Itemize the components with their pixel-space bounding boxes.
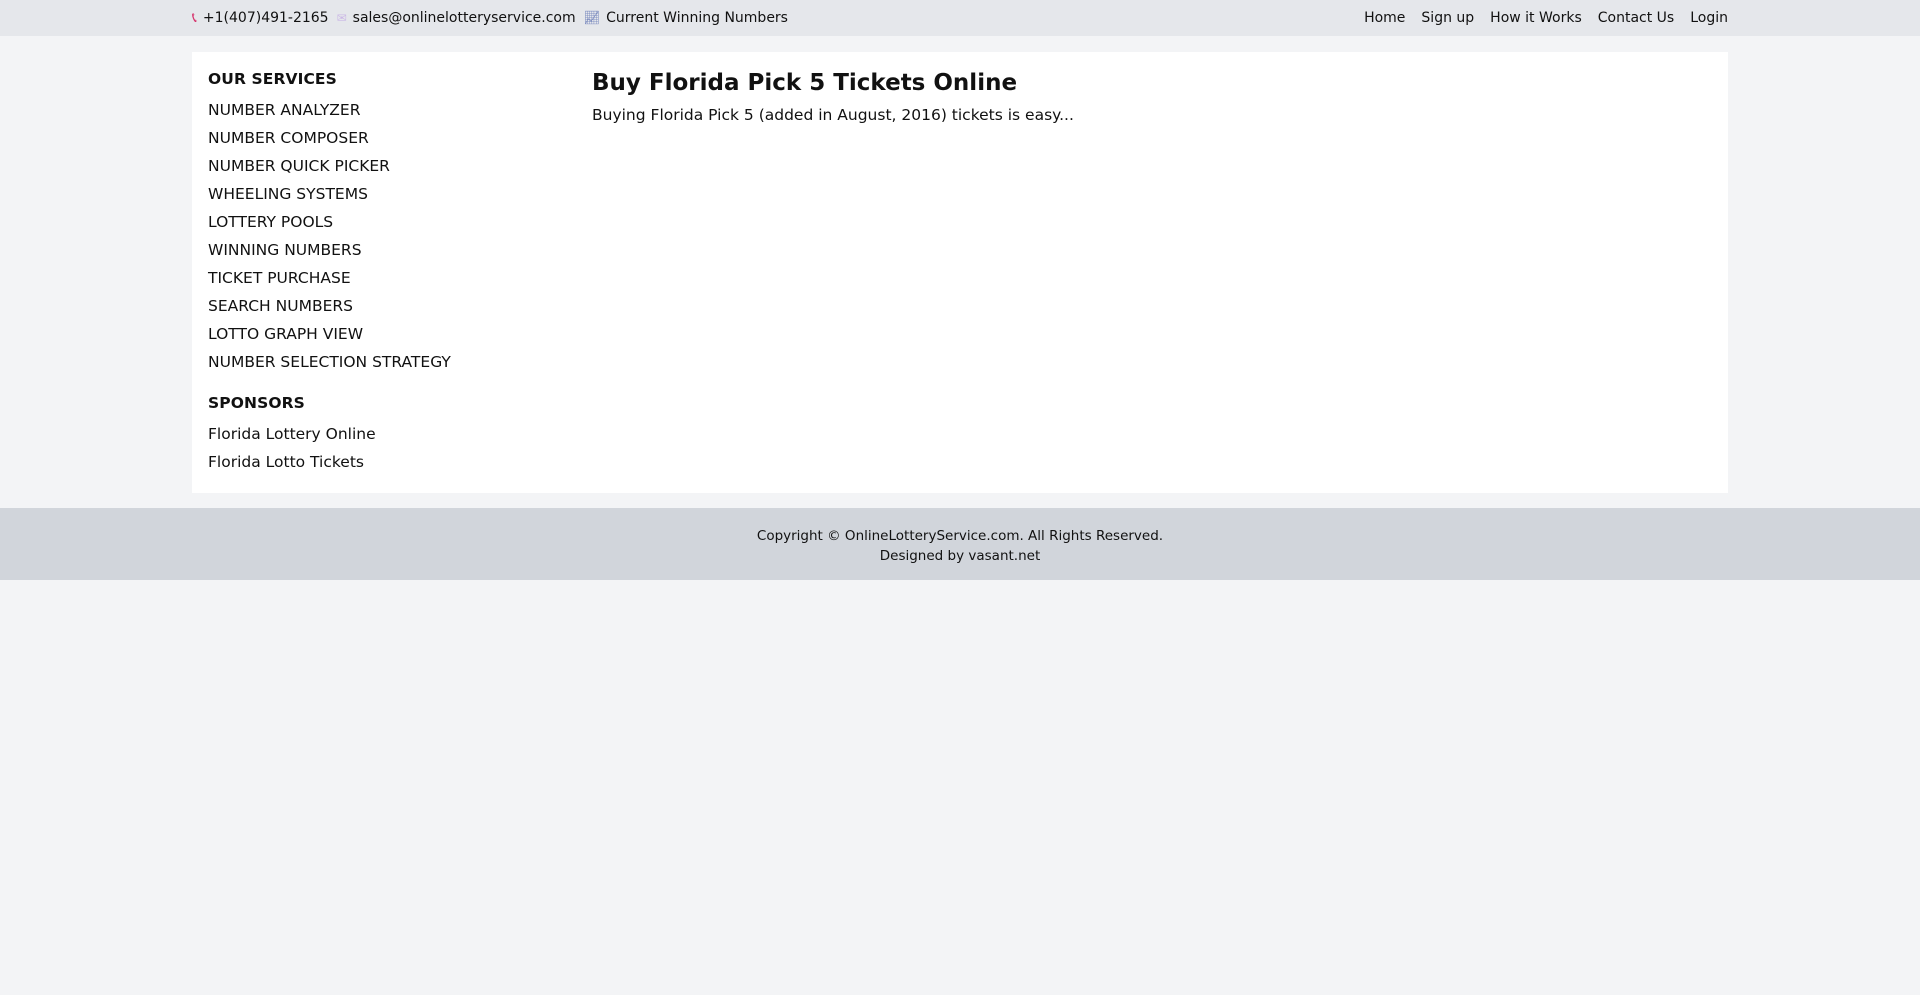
- service-lotto-graph-view[interactable]: LOTTO GRAPH VIEW: [208, 325, 363, 343]
- page-title: Buy Florida Pick 5 Tickets Online: [592, 70, 1018, 96]
- sponsor-item[interactable]: Florida Lottery Online: [208, 422, 568, 450]
- service-item[interactable]: LOTTERY POOLS: [208, 210, 568, 238]
- top-bar: 📞︎ +1(407)491-2165 ✉︎ sales@onlinelotter…: [0, 0, 1920, 36]
- email-contact[interactable]: ✉︎ sales@onlinelotteryservice.com: [337, 10, 576, 26]
- service-lottery-pools[interactable]: LOTTERY POOLS: [208, 213, 333, 231]
- top-bar-inner: 📞︎ +1(407)491-2165 ✉︎ sales@onlinelotter…: [192, 0, 1728, 36]
- footer: Copyright © OnlineLotteryService.com. Al…: [0, 508, 1920, 580]
- service-item[interactable]: NUMBER QUICK PICKER: [208, 154, 568, 182]
- service-winning-numbers[interactable]: WINNING NUMBERS: [208, 241, 362, 259]
- nav-home[interactable]: Home: [1364, 10, 1405, 26]
- top-nav: Home Sign up How it Works Contact Us Log…: [1364, 10, 1728, 26]
- service-search-numbers[interactable]: SEARCH NUMBERS: [208, 297, 353, 315]
- email-address[interactable]: sales@onlinelotteryservice.com: [353, 10, 576, 26]
- service-item[interactable]: WINNING NUMBERS: [208, 238, 568, 266]
- chart-icon: 📈︎: [583, 10, 601, 26]
- service-item[interactable]: LOTTO GRAPH VIEW: [208, 322, 568, 350]
- content-card: OUR SERVICES NUMBER ANALYZER NUMBER COMP…: [192, 52, 1728, 493]
- main-content: Buy Florida Pick 5 Tickets Online Buying…: [592, 70, 1692, 124]
- nav-sign-up[interactable]: Sign up: [1421, 10, 1474, 26]
- service-item[interactable]: NUMBER COMPOSER: [208, 126, 568, 154]
- email-icon: ✉︎: [336, 11, 347, 25]
- contact-info: 📞︎ +1(407)491-2165 ✉︎ sales@onlinelotter…: [192, 10, 790, 26]
- intro-text: Buying Florida Pick 5 (added in August, …: [592, 106, 1074, 124]
- nav-login[interactable]: Login: [1690, 10, 1728, 26]
- services-heading: OUR SERVICES: [208, 70, 337, 88]
- sidebar: OUR SERVICES NUMBER ANALYZER NUMBER COMP…: [208, 70, 568, 478]
- phone-number[interactable]: +1(407)491-2165: [203, 10, 329, 26]
- copyright-text: Copyright © OnlineLotteryService.com. Al…: [756, 528, 1164, 544]
- phone-icon: 📞︎: [192, 10, 197, 26]
- sponsor-florida-lotto-tickets[interactable]: Florida Lotto Tickets: [208, 453, 364, 471]
- sponsors-list: Florida Lottery Online Florida Lotto Tic…: [208, 422, 568, 478]
- sponsor-florida-lottery-online[interactable]: Florida Lottery Online: [208, 425, 376, 443]
- service-item[interactable]: NUMBER SELECTION STRATEGY: [208, 350, 568, 378]
- service-number-analyzer[interactable]: NUMBER ANALYZER: [208, 101, 360, 119]
- phone-contact[interactable]: 📞︎ +1(407)491-2165: [192, 10, 329, 26]
- sponsor-item[interactable]: Florida Lotto Tickets: [208, 450, 568, 478]
- service-item[interactable]: SEARCH NUMBERS: [208, 294, 568, 322]
- service-number-composer[interactable]: NUMBER COMPOSER: [208, 129, 369, 147]
- service-number-quick-picker[interactable]: NUMBER QUICK PICKER: [208, 157, 390, 175]
- service-wheeling-systems[interactable]: WHEELING SYSTEMS: [208, 185, 368, 203]
- nav-contact-us[interactable]: Contact Us: [1598, 10, 1674, 26]
- service-item[interactable]: WHEELING SYSTEMS: [208, 182, 568, 210]
- designed-by-text[interactable]: Designed by vasant.net: [0, 546, 1920, 566]
- service-number-selection-strategy[interactable]: NUMBER SELECTION STRATEGY: [208, 353, 451, 371]
- service-item[interactable]: TICKET PURCHASE: [208, 266, 568, 294]
- service-ticket-purchase[interactable]: TICKET PURCHASE: [208, 269, 351, 287]
- service-item[interactable]: NUMBER ANALYZER: [208, 98, 568, 126]
- winning-numbers-link[interactable]: 📈︎ Current Winning Numbers: [584, 10, 788, 26]
- nav-how-it-works[interactable]: How it Works: [1490, 10, 1582, 26]
- sponsors-heading: SPONSORS: [208, 394, 305, 412]
- services-list: NUMBER ANALYZER NUMBER COMPOSER NUMBER Q…: [208, 98, 568, 378]
- winning-numbers-label[interactable]: Current Winning Numbers: [606, 10, 788, 26]
